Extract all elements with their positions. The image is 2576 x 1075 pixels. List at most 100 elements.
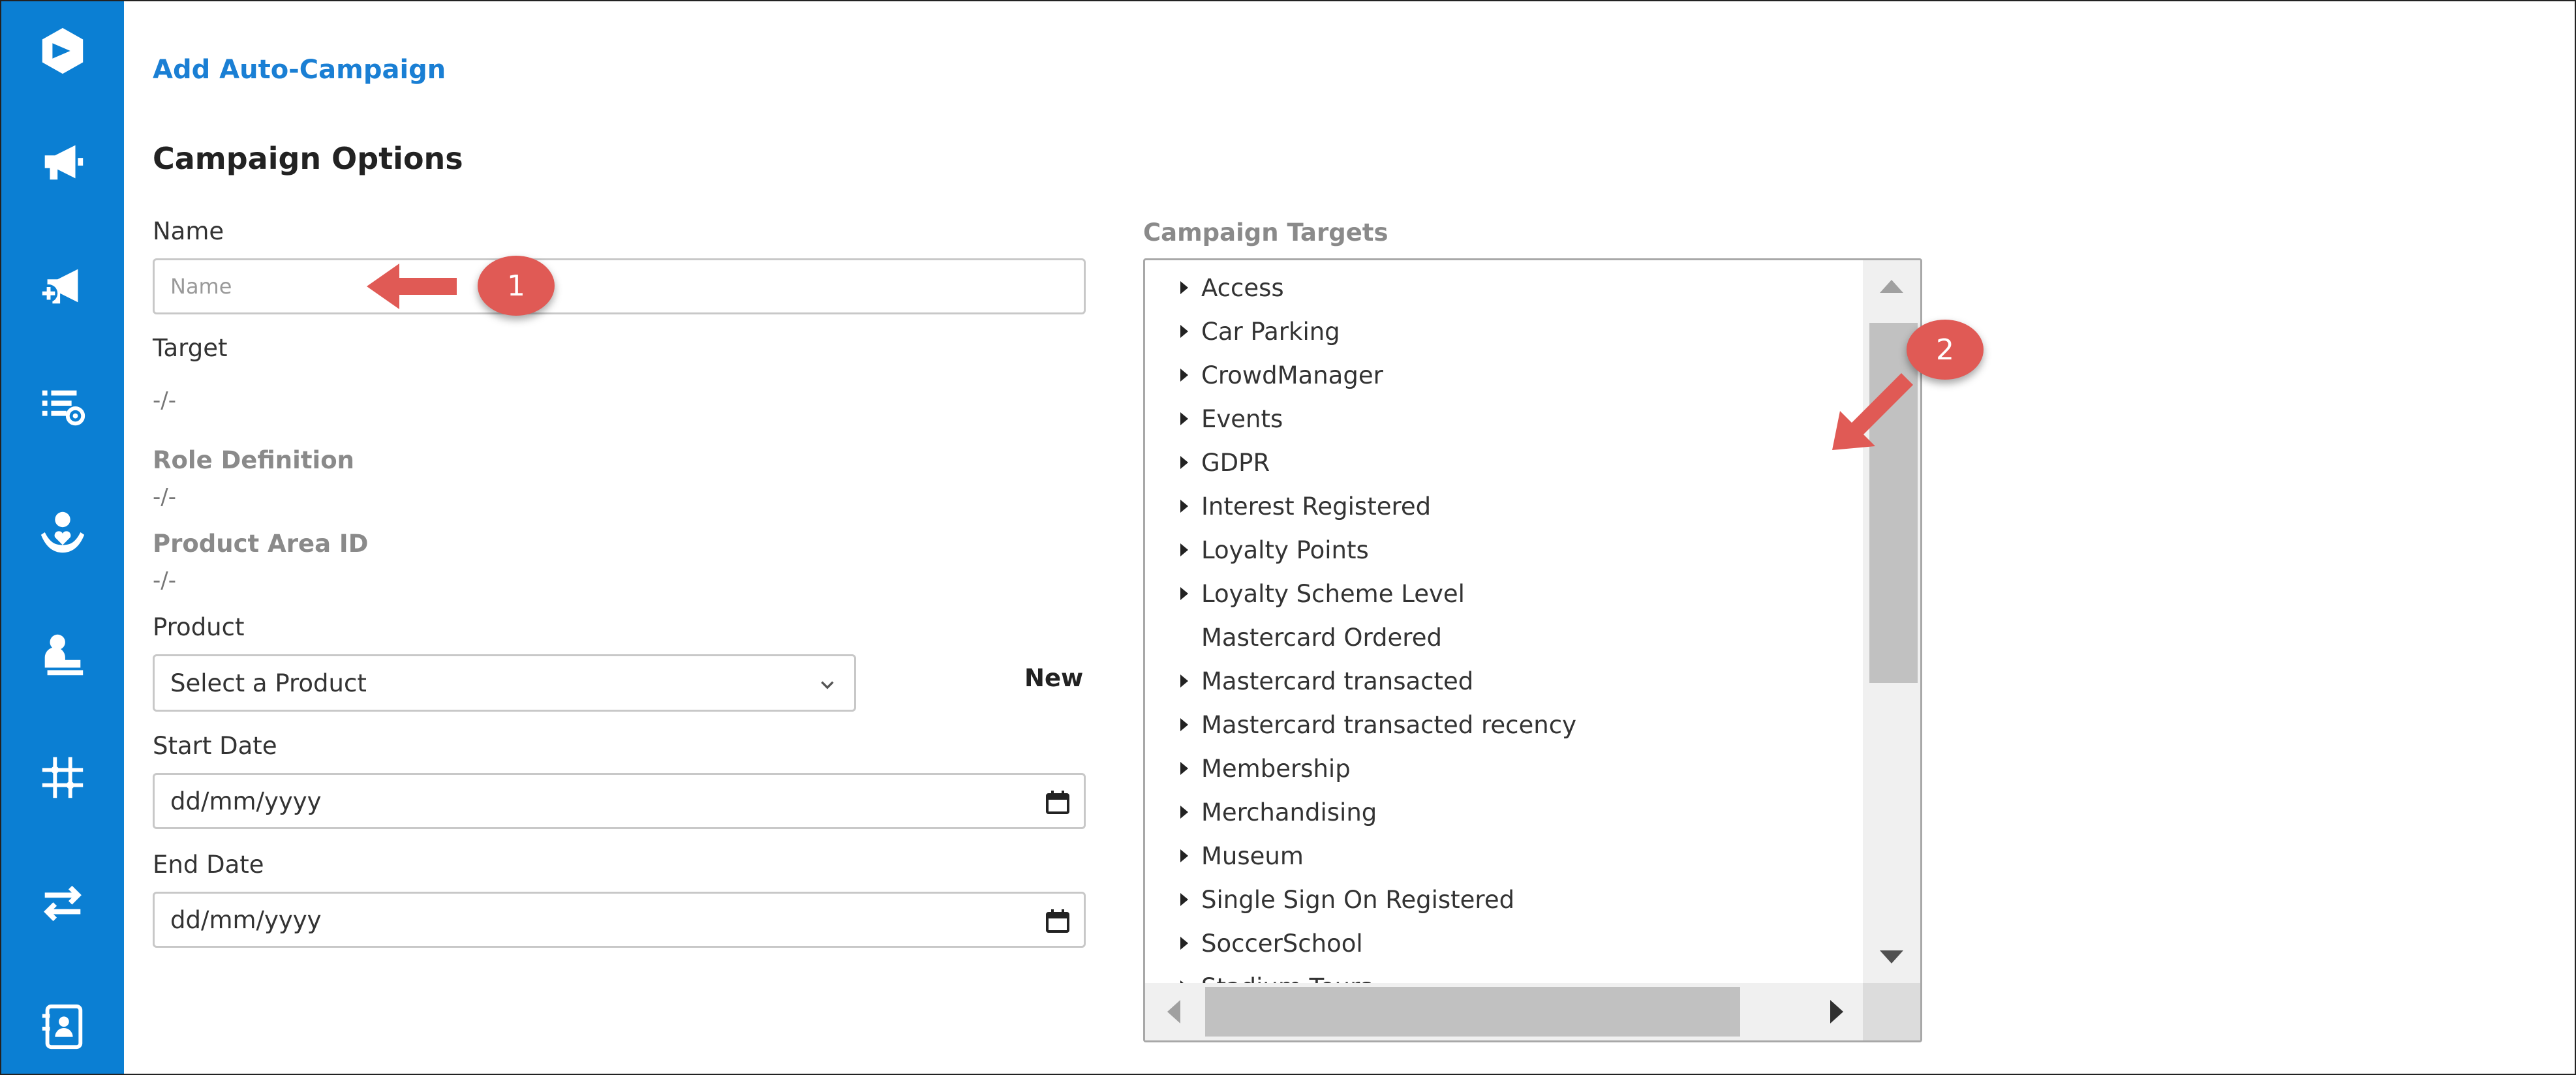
tree-item-label: Mastercard transacted recency — [1201, 710, 1576, 739]
start-date-value: dd/mm/yyyy — [170, 787, 322, 815]
tree-item[interactable]: GDPR — [1180, 443, 1270, 482]
tree-item[interactable]: Mastercard transacted recency — [1180, 705, 1576, 744]
horizontal-scrollbar[interactable] — [1145, 983, 1865, 1040]
product-select[interactable]: Select a Product — [153, 654, 856, 712]
tree-item-label: Museum — [1201, 841, 1304, 870]
tree-list: Access Car Parking CrowdManager Events GDPR I… — [1145, 260, 1865, 983]
section-title: Campaign Options — [153, 141, 463, 176]
caret-right-icon[interactable] — [1180, 718, 1188, 731]
caret-right-icon[interactable] — [1180, 500, 1188, 513]
tree-item[interactable]: SoccerSchool — [1180, 924, 1363, 963]
tree-item-label: Loyalty Points — [1201, 536, 1369, 564]
tree-item[interactable]: Museum — [1180, 836, 1304, 875]
logo-icon[interactable] — [30, 18, 95, 83]
target-label: Target — [153, 334, 228, 362]
tree-item[interactable]: Loyalty Scheme Level — [1180, 574, 1465, 613]
end-date-label: End Date — [153, 851, 264, 879]
caret-right-icon[interactable] — [1180, 325, 1188, 338]
caret-right-icon[interactable] — [1180, 674, 1188, 688]
tree-item[interactable]: Membership — [1180, 749, 1351, 788]
tree-item-label: Events — [1201, 404, 1283, 433]
calendar-icon[interactable] — [1045, 908, 1071, 934]
name-input[interactable] — [153, 258, 1086, 314]
app-frame: Add Auto-Campaign Campaign Options Name … — [0, 0, 2576, 1075]
end-date-input[interactable]: dd/mm/yyyy — [153, 892, 1086, 948]
callout-badge-2: 2 — [1907, 320, 1984, 380]
contact-book-icon[interactable] — [30, 994, 95, 1059]
page-title: Add Auto-Campaign — [153, 55, 446, 85]
scroll-up-button[interactable] — [1863, 260, 1920, 312]
triangle-left-icon — [1167, 1000, 1180, 1023]
tree-item[interactable]: Mastercard transacted — [1180, 661, 1473, 701]
end-date-value: dd/mm/yyyy — [170, 905, 322, 934]
caret-right-icon[interactable] — [1180, 543, 1188, 556]
tree-item-label: Membership — [1201, 754, 1351, 783]
caret-right-icon[interactable] — [1180, 412, 1188, 425]
caret-right-icon[interactable] — [1180, 806, 1188, 819]
product-area-label: Product Area ID — [153, 530, 369, 558]
tree-item-label: Stadium Tours — [1201, 973, 1373, 984]
start-date-input[interactable]: dd/mm/yyyy — [153, 773, 1086, 829]
tree-item-label: Merchandising — [1201, 798, 1377, 826]
tree-item[interactable]: Car Parking — [1180, 312, 1340, 351]
product-area-value: -/- — [153, 568, 176, 594]
chevron-down-icon — [821, 681, 834, 689]
list-settings-icon[interactable] — [30, 373, 95, 438]
triangle-up-icon — [1880, 280, 1903, 293]
sidebar — [1, 1, 124, 1074]
scroll-left-button[interactable] — [1145, 983, 1203, 1040]
start-date-label: Start Date — [153, 732, 277, 760]
tree-item-label: Loyalty Scheme Level — [1201, 579, 1465, 608]
tree-item[interactable]: Mastercard Ordered — [1180, 618, 1442, 657]
horizontal-scroll-thumb[interactable] — [1205, 987, 1740, 1037]
caret-right-icon[interactable] — [1180, 937, 1188, 950]
megaphone-add-icon[interactable] — [30, 253, 95, 318]
caret-right-icon[interactable] — [1180, 456, 1188, 469]
tree-item-label: CrowdManager — [1201, 361, 1383, 389]
tree-item[interactable]: Events — [1180, 399, 1283, 438]
caret-right-icon[interactable] — [1180, 893, 1188, 906]
megaphone-icon[interactable] — [30, 129, 95, 194]
tree-item[interactable]: Access — [1180, 268, 1284, 307]
name-label: Name — [153, 217, 224, 245]
tree-item[interactable]: Stadium Tours — [1180, 967, 1373, 983]
product-label: Product — [153, 613, 245, 641]
caret-right-icon[interactable] — [1180, 587, 1188, 600]
callout-badge-1: 1 — [478, 256, 555, 316]
tree-item-label: Car Parking — [1201, 317, 1340, 346]
new-product-button[interactable]: New — [1024, 664, 1083, 692]
tree-item-label: Access — [1201, 273, 1284, 302]
caret-right-icon[interactable] — [1180, 849, 1188, 862]
role-definition-label: Role Definition — [153, 446, 354, 474]
caret-right-icon[interactable] — [1180, 281, 1188, 294]
caret-right-icon[interactable] — [1180, 762, 1188, 775]
tree-item[interactable]: Interest Registered — [1180, 487, 1431, 526]
campaign-targets-tree[interactable]: Access Car Parking CrowdManager Events GDPR I… — [1143, 258, 1922, 1042]
transfer-icon[interactable] — [30, 870, 95, 935]
user-desk-icon[interactable] — [30, 622, 95, 688]
tree-item-label: SoccerSchool — [1201, 929, 1363, 958]
tree-item[interactable]: CrowdManager — [1180, 356, 1383, 395]
caret-spacer — [1180, 631, 1188, 644]
tree-item[interactable]: Single Sign On Registered — [1180, 880, 1514, 919]
tree-item-label: Interest Registered — [1201, 492, 1432, 521]
calendar-icon[interactable] — [1045, 789, 1071, 815]
target-value: -/- — [153, 387, 176, 414]
tree-item[interactable]: Merchandising — [1180, 793, 1377, 832]
tree-item-label: GDPR — [1201, 448, 1270, 477]
scroll-corner — [1863, 983, 1920, 1040]
campaign-targets-label: Campaign Targets — [1143, 219, 1388, 247]
tree-item-label: Mastercard Ordered — [1201, 623, 1442, 652]
triangle-down-icon — [1880, 950, 1903, 963]
user-heart-icon[interactable] — [30, 500, 95, 565]
caret-right-icon[interactable] — [1180, 369, 1188, 382]
grid-icon[interactable] — [30, 745, 95, 810]
callout-arrow-down-left-icon — [1832, 373, 1913, 450]
tree-item[interactable]: Loyalty Points — [1180, 530, 1369, 569]
tree-item-label: Mastercard transacted — [1201, 667, 1474, 695]
callout-arrow-left-icon — [367, 264, 457, 309]
triangle-right-icon — [1830, 1000, 1843, 1023]
scroll-right-button[interactable] — [1808, 983, 1865, 1040]
scroll-down-button[interactable] — [1863, 931, 1920, 983]
role-definition-value: -/- — [153, 484, 176, 510]
